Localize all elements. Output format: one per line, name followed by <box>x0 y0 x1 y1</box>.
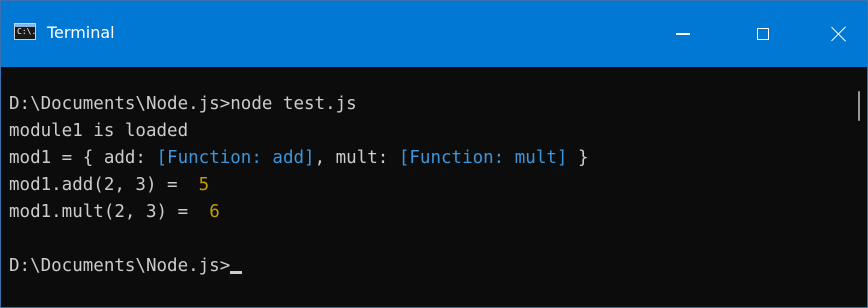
function-token: [Function: mult] <box>398 148 568 168</box>
console-line: mod1.mult(2, 3) = 6 <box>9 199 839 226</box>
console-output[interactable]: D:\Documents\Node.js>node test.js module1… <box>9 91 839 301</box>
console-text: mod1.add(2, 3) = <box>9 175 199 195</box>
console-text: , mult: <box>314 148 399 168</box>
terminal-window: C:\. Terminal D:\Documents\Node.js>node … <box>0 0 868 308</box>
minimize-button[interactable] <box>651 1 715 67</box>
close-button[interactable] <box>807 1 868 67</box>
maximize-button[interactable] <box>731 1 795 67</box>
function-token: [Function: add] <box>156 148 315 168</box>
console-line: D:\Documents\Node.js> <box>9 253 839 280</box>
minimize-icon <box>676 33 690 35</box>
scrollbar-thumb[interactable] <box>858 91 860 121</box>
number-token: 5 <box>198 175 210 195</box>
title-bar[interactable]: C:\. Terminal <box>1 1 867 67</box>
console-line: mod1 = { add: [Function: add], mult: [Fu… <box>9 145 839 172</box>
window-title: Terminal <box>47 23 115 42</box>
console-line: module1 is loaded <box>9 118 839 145</box>
vertical-scrollbar[interactable] <box>851 67 867 307</box>
console-text: D:\Documents\Node.js>node test.js <box>9 94 357 114</box>
console-text: D:\Documents\Node.js> <box>9 256 231 276</box>
console-text: module1 is loaded <box>9 121 189 141</box>
console-text: mod1 = { add: <box>9 148 157 168</box>
console-line: mod1.add(2, 3) = 5 <box>9 172 839 199</box>
terminal-app-icon: C:\. <box>14 23 36 40</box>
number-token: 6 <box>209 202 220 222</box>
console-text: mod1.mult(2, 3) = <box>9 202 210 222</box>
text-cursor <box>230 271 243 274</box>
console-line: D:\Documents\Node.js>node test.js <box>9 91 839 118</box>
console-text: } <box>567 148 589 168</box>
maximize-icon <box>757 28 769 40</box>
close-icon <box>830 25 848 43</box>
